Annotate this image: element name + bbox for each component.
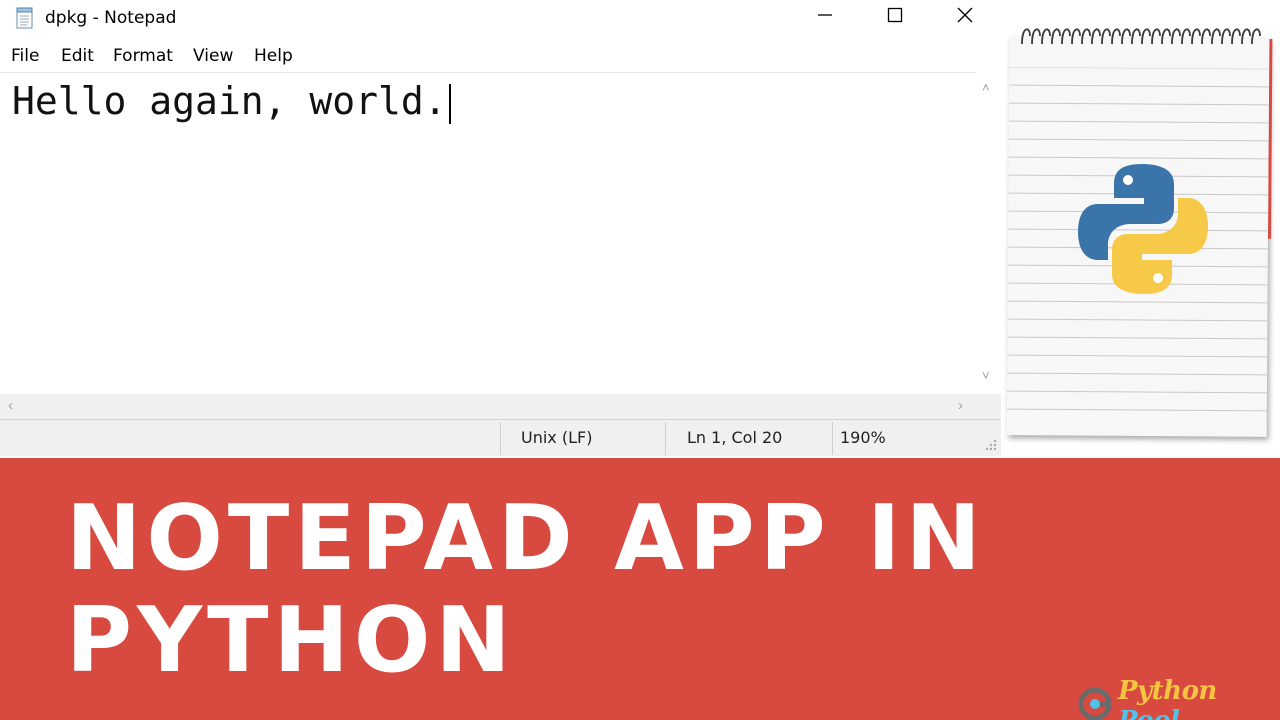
menu-bar: File Edit Format View Help [0,40,1001,72]
menu-view[interactable]: View [193,46,233,66]
text-editor[interactable]: Hello again, world. [0,72,976,394]
banner-title: NOTEPAD APP IN PYTHON [66,488,1066,692]
banner-title-line-2: PYTHON [66,588,516,693]
notepad-window: dpkg - Notepad File Edit Format View Hel… [0,0,1001,458]
scroll-down-icon[interactable]: ˅ [982,368,990,383]
line-ending-status: Unix (LF) [521,428,593,447]
menu-file[interactable]: File [11,46,39,66]
resize-grip-icon[interactable] [984,437,998,453]
python-pool-logo-icon [1078,687,1112,720]
maximize-icon [887,7,903,28]
status-bar: Unix (LF) Ln 1, Col 20 190% [0,419,1001,456]
brand-name: Python Pool [1118,676,1280,720]
close-icon [957,7,973,28]
scroll-corner [976,394,1001,419]
title-bar[interactable]: dpkg - Notepad [0,0,1001,38]
menu-edit[interactable]: Edit [61,46,94,66]
minimize-icon [817,7,833,28]
scroll-left-icon[interactable]: ‹ [8,397,13,414]
brand-name-part-1: Python [1118,676,1217,706]
menu-format[interactable]: Format [113,46,173,66]
cursor-position-status: Ln 1, Col 20 [687,428,783,447]
text-caret [448,83,451,124]
window-title: dpkg - Notepad [45,8,177,28]
maximize-button[interactable] [872,0,918,34]
status-divider [832,422,833,455]
scroll-right-icon[interactable]: › [958,397,963,414]
minimize-button[interactable] [802,0,848,34]
zoom-status: 190% [840,428,886,447]
close-button[interactable] [942,0,988,34]
banner-title-line-1: NOTEPAD APP IN [66,486,986,591]
menu-help[interactable]: Help [254,46,293,66]
notepad-spiral-icon [1021,28,1261,45]
python-logo-icon [1078,164,1208,294]
vertical-scrollbar[interactable]: ˄ ˅ [976,72,1001,394]
status-divider [665,422,666,455]
horizontal-scrollbar[interactable]: ‹ › [0,394,976,419]
status-divider [500,422,501,455]
notepad-icon [14,7,36,29]
brand-name-part-2: Pool [1118,706,1180,720]
scroll-up-icon[interactable]: ˄ [982,80,990,95]
editor-content: Hello again, world. [12,79,447,123]
python-pool-brand: Python Pool [1078,676,1280,720]
